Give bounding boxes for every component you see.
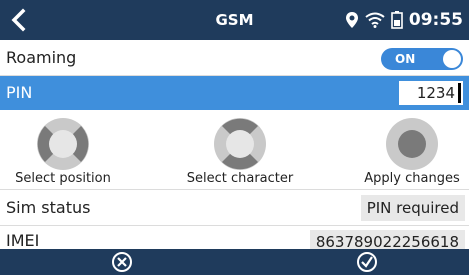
select-character-icon — [214, 118, 266, 170]
confirm-icon[interactable] — [355, 251, 379, 273]
text-cursor — [458, 83, 461, 103]
toggle-knob — [443, 50, 461, 68]
help-select-position: Select position — [8, 110, 118, 190]
roaming-label: Roaming — [6, 48, 77, 67]
keypad-help-row: Select position Select character Apply c… — [0, 110, 469, 190]
location-icon — [345, 12, 358, 28]
select-position-icon — [37, 118, 89, 170]
pin-input[interactable]: 1234 — [399, 81, 463, 105]
help-caption: Select character — [186, 171, 294, 186]
footer-bar — [0, 249, 469, 275]
pin-label: PIN — [6, 83, 33, 102]
battery-icon — [391, 11, 403, 29]
cancel-icon[interactable] — [110, 251, 134, 273]
apply-changes-icon — [386, 118, 438, 170]
help-caption: Select position — [15, 171, 111, 186]
clock: 09:55 — [408, 10, 463, 30]
help-apply-changes: Apply changes — [358, 110, 466, 190]
pin-value: 1234 — [416, 84, 455, 102]
roaming-row[interactable]: Roaming ON — [0, 40, 469, 76]
toggle-state-text: ON — [395, 52, 416, 66]
help-caption: Apply changes — [364, 171, 460, 186]
sim-status-row: Sim status PIN required — [0, 190, 469, 226]
wifi-icon — [365, 12, 385, 28]
roaming-toggle[interactable]: ON — [381, 48, 463, 70]
help-select-character: Select character — [180, 110, 300, 190]
sim-status-value: PIN required — [360, 195, 465, 221]
pin-row[interactable]: PIN 1234 — [0, 76, 469, 110]
imei-row: IMEI 863789022256618 — [0, 226, 469, 254]
header-bar: GSM 09:55 — [0, 0, 469, 40]
sim-status-label: Sim status — [6, 198, 91, 217]
status-area: 09:55 — [345, 0, 463, 40]
